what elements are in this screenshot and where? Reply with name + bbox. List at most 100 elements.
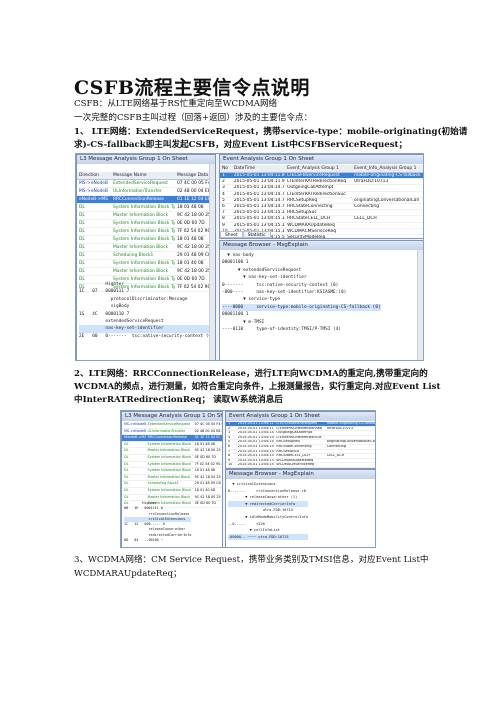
- message-name-cell: System Information Block Type7: [113, 261, 175, 266]
- table-row[interactable]: DL Master Information Block 9C 42 18 00 25…: [122, 475, 222, 482]
- decode-line: ▼ releaseCause:other (1): [228, 495, 298, 500]
- table-row[interactable]: DLSystem Information Block Type118 01 48…: [122, 468, 222, 475]
- event-cell: LTEInterRATRedirectionSuc: [276, 435, 322, 439]
- message-name-cell: Master Information Block: [113, 269, 169, 274]
- event-info-cell: [325, 463, 375, 467]
- direction-cell: DL: [124, 481, 129, 486]
- message-name-cell: System Information Block Type2: [113, 229, 175, 234]
- table-row[interactable]: DLSystem Information Block Type27F 02 54…: [122, 462, 222, 469]
- event-cell: LTEInterRATRedirectionReq: [276, 426, 322, 430]
- direction-cell: DL: [79, 261, 85, 266]
- decode-line: ▼ nas-body: [222, 253, 254, 258]
- table-row[interactable]: DL Master Information Block 9C 42 18 00 25…: [77, 244, 215, 252]
- direction-cell: DL: [124, 474, 129, 479]
- table-row[interactable]: DLSystem Information Block Type30E 0D 60…: [77, 220, 215, 228]
- l3-message-table: Direction Message Name Message Data MS->…: [77, 172, 215, 292]
- decode-line: ▼ nas-key-set-identifier: [222, 275, 307, 281]
- message-data-cell: 9C 42 18 00 25 0: [194, 474, 222, 479]
- datetime-cell: 2015-05-01 13:04:14.733: [237, 440, 275, 444]
- table-row[interactable]: DL Scheduling Block1 29 01 48 09 C8 0: [77, 252, 215, 260]
- event-cell: OutgoingCallAttempt: [287, 185, 334, 191]
- step-1-text-a: 1、 LTE网络：ExtendedServiceRequest，携带servic…: [74, 127, 468, 137]
- decode-line: 00001100 1: [222, 312, 249, 318]
- step-1-line-2: 求)-CS-fallback即主叫发起CSFB，对应Event List中CSF…: [74, 140, 407, 151]
- no-cell: 3: [222, 185, 225, 191]
- table-row[interactable]: DL Scheduling Block1 29 01 48 09 C8 0: [122, 481, 222, 488]
- table-row[interactable]: DLSystem Information Block Type30E 0D 60…: [122, 455, 222, 462]
- direction-cell: DL: [124, 461, 129, 466]
- step-3-line-2: WCDMARAUpdateReq；: [74, 569, 182, 579]
- message-name-cell: Scheduling Block1: [147, 481, 179, 486]
- l3-table-header: Direction Message Name Message Data: [77, 172, 215, 180]
- table-row[interactable]: MS->eNodeB ULInformationTransfer 02 48 00 …: [77, 188, 215, 196]
- table-row[interactable]: DL Master Information Block 9C 42 18 00 25…: [77, 212, 215, 220]
- decode-line: 0D 04 --00100 ~: [124, 538, 163, 543]
- no-cell: 5: [222, 197, 225, 203]
- event-table-header: No DateTime Event_Analysis Group 1 Event…: [220, 165, 423, 173]
- decode-line: ▼ service-type: [222, 297, 281, 303]
- table-row[interactable]: DLSystem Information Block Type27F 02 54…: [77, 228, 215, 236]
- direction-cell: DL: [79, 213, 85, 218]
- event-window-title: Event Analysis Group 1 On Sheet: [220, 155, 423, 164]
- table-row[interactable]: DLSystem Information Block Type718 01 40…: [77, 260, 215, 268]
- event-info-cell: [325, 459, 375, 463]
- direction-cell: MS->eNodeB: [79, 181, 109, 186]
- datetime-cell: 2015-05-01 13:04:14.733: [237, 431, 275, 435]
- no-cell: 2: [222, 179, 225, 185]
- message-name-cell: ExtendedServiceRequest: [113, 181, 168, 186]
- event-cell: OutgoingCallAttempt: [276, 431, 313, 435]
- tab-statistic[interactable]: Statistic: [242, 231, 271, 238]
- table-row[interactable]: DLSystem Information Block Type718 01 48…: [122, 442, 222, 449]
- message-name-cell: System Information Block Type7: [147, 487, 193, 492]
- message-name-cell: System Information Block Type1: [113, 237, 175, 242]
- l3-window-title: L3 Message Analysis Group 1 On Sheet: [77, 155, 215, 164]
- tab-sheet[interactable]: Sheet: [220, 231, 243, 238]
- datetime-cell: 2015-05-01 13:04:11.938: [237, 426, 275, 430]
- datetime-cell: 2015-05-01 13:04:14.733: [233, 203, 286, 209]
- event-info-cell: CELL_DCH: [326, 454, 345, 458]
- table-row[interactable]: eNodeB->MS RRCConnectionRelease 01 1E 12 0…: [122, 435, 222, 442]
- decode-line: ▼ redirectedCarrierInfo: [228, 500, 309, 508]
- direction-cell: DL: [79, 229, 85, 234]
- no-cell: 3: [228, 431, 231, 435]
- direction-cell: DL: [124, 487, 129, 492]
- table-row[interactable]: MS->eNodeB ExtendedServiceRequest 07 4C 00…: [77, 180, 215, 188]
- event-info-cell: [352, 235, 423, 238]
- datetime-cell: 2015-05-01 13:04:15.161: [237, 463, 275, 467]
- table-row[interactable]: MS->eNodeB ULInformationTransfer 02 48 00 …: [122, 429, 222, 436]
- decode-line: 0------- rrcConnectionRelease-r8: [228, 488, 306, 493]
- event-cell: LTECSFBServiceRequest: [276, 422, 318, 425]
- l3-scrollbar[interactable]: [209, 164, 215, 360]
- table-row[interactable]: DLSystem Information Block Type718 01 48…: [77, 204, 215, 212]
- table-row[interactable]: eNodeB->MS RRCConnectionRelease 01 1E 12 0…: [77, 196, 215, 204]
- direction-cell: eNodeB->MS: [79, 197, 109, 202]
- message-data-cell: 02 48 00 04 E8 8: [194, 428, 222, 433]
- table-row[interactable]: DLSystem Information Block Type118 01 48…: [77, 236, 215, 244]
- datetime-cell: 2015-05-01 13:04:11.827: [233, 173, 286, 178]
- screenshot-2: L3 Message Analysis Group 1 On Sheet MS-…: [120, 410, 376, 548]
- datetime-cell: 2015-05-01 13:04:15.149: [233, 216, 286, 222]
- direction-cell: MS->eNodeB: [124, 422, 146, 426]
- table-row[interactable]: MS->eNodeB ExtendedServiceRequest 07 4C 00…: [122, 422, 222, 429]
- event-info-cell: originatingConversationalCall: [354, 197, 419, 203]
- datetime-cell: 2015-05-01 13:04:14.733: [237, 435, 275, 439]
- message-name-cell: RRCConnectionRelease: [113, 197, 164, 202]
- table-row[interactable]: DL Master Information Block 9C 42 18 00 25…: [77, 268, 215, 276]
- no-cell: 6: [222, 203, 225, 209]
- browser-scrollbar[interactable]: [417, 250, 423, 360]
- datetime-cell: 2015-05-01 13:04:11.827: [237, 422, 275, 425]
- table-row[interactable]: DLSystem Information Block Type718 01 40…: [122, 488, 222, 495]
- message-name-cell: Master Information Block: [113, 245, 169, 250]
- decode-line: nas-key-set-identifier: [79, 325, 214, 333]
- decode-line: ----0000 service-type:mobile-originating…: [222, 303, 381, 312]
- message-data-cell: 9C 42 18 00 25 0: [194, 448, 222, 453]
- table-row[interactable]: DL Master Information Block 9C 42 18 00 25…: [122, 448, 222, 455]
- decode-line: 1G 4C 0000110 7: [79, 311, 130, 317]
- decode-line: --0----- t320: [228, 521, 265, 526]
- browser-title: Message Browser - MsgExplain: [220, 241, 423, 250]
- decode-line: ▼ m-TMSI: [222, 319, 265, 325]
- direction-cell: DL: [79, 205, 85, 210]
- decode-line: extendedServiceRequest: [79, 319, 164, 325]
- message-name-cell: Scheduling Block1: [113, 253, 154, 258]
- no-cell: 6: [228, 444, 231, 448]
